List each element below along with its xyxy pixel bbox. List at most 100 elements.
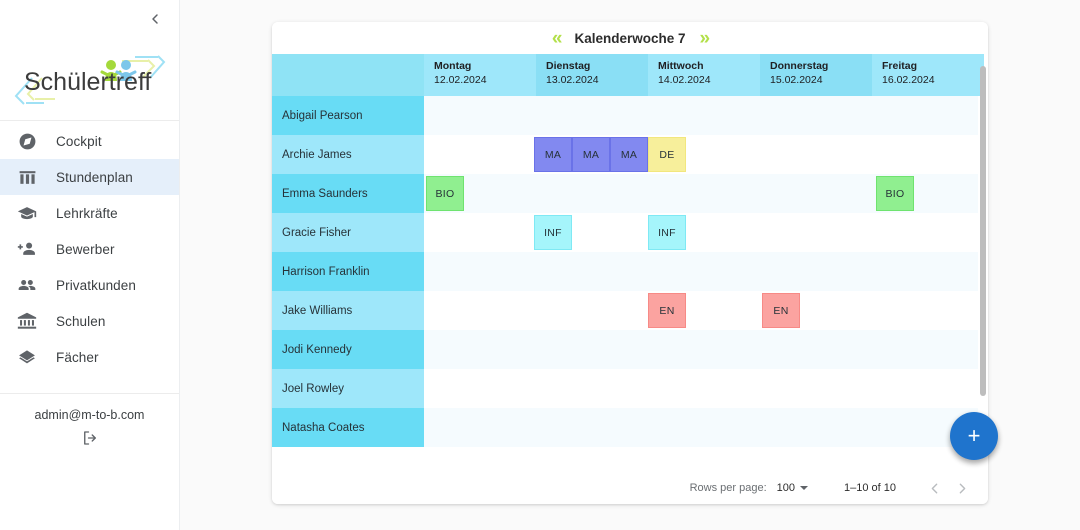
day-header-date: 14.02.2024 <box>658 74 711 86</box>
sidebar-item-label: Fächer <box>56 349 99 365</box>
timetable-body: Abigail Pearson Archie James MA MA MA DE Emma … <box>272 96 978 447</box>
day-header-date: 12.02.2024 <box>434 74 487 86</box>
day-header: Montag 12.02.2024 <box>424 54 536 96</box>
chevron-left-icon[interactable] <box>147 11 163 27</box>
student-name-cell[interactable]: Jake Williams <box>272 291 424 330</box>
week-title: Kalenderwoche 7 <box>574 30 686 46</box>
logout-icon[interactable] <box>81 429 99 452</box>
pagination-range: 1–10 of 10 <box>844 482 896 494</box>
sidebar-item-label: Cockpit <box>56 133 102 149</box>
chevron-down-icon <box>800 486 808 490</box>
sidebar-item-stundenplan[interactable]: Stundenplan <box>0 159 179 195</box>
sidebar-collapse-bar <box>0 0 179 38</box>
sidebar-item-label: Lehrkräfte <box>56 205 118 221</box>
table-row: Jake Williams EN EN <box>272 291 978 330</box>
plus-icon: + <box>967 423 981 448</box>
person-add-icon <box>16 238 38 260</box>
timetable-card: « Kalenderwoche 7 » Montag 12.02.2024 Dien… <box>272 22 988 504</box>
sidebar-item-faecher[interactable]: Fächer <box>0 339 179 375</box>
student-name-cell[interactable]: Harrison Franklin <box>272 252 424 291</box>
next-page-button[interactable] <box>950 476 974 500</box>
timetable-header-row: Montag 12.02.2024 Dienstag 13.02.2024 Mittwo… <box>272 54 984 96</box>
lesson-block[interactable]: INF <box>648 215 686 250</box>
sidebar-item-label: Privatkunden <box>56 277 136 293</box>
rows-per-page-label: Rows per page: <box>689 482 767 494</box>
sidebar-item-label: Schulen <box>56 313 106 329</box>
logo-mark: Schülertreff <box>14 55 165 105</box>
lesson-block[interactable]: BIO <box>426 176 464 211</box>
app-root: Schülertreff Cockpit Stundenplan Lehrkrä… <box>0 0 1080 530</box>
student-name-cell[interactable]: Gracie Fisher <box>272 213 424 252</box>
table-row: Harrison Franklin <box>272 252 978 291</box>
table-row: Jodi Kennedy <box>272 330 978 369</box>
layers-icon <box>16 346 38 368</box>
lesson-block[interactable]: MA <box>534 137 572 172</box>
day-header-date: 13.02.2024 <box>546 74 599 86</box>
day-header: Freitag 16.02.2024 <box>872 54 984 96</box>
day-header-dow: Dienstag <box>546 60 591 72</box>
vertical-scrollbar[interactable] <box>980 66 986 396</box>
row-lesson-area <box>424 408 978 447</box>
student-name-cell[interactable]: Natasha Coates <box>272 408 424 447</box>
student-name-cell[interactable]: Abigail Pearson <box>272 96 424 135</box>
double-chevron-right-icon[interactable]: » <box>700 29 710 48</box>
sidebar: Schülertreff Cockpit Stundenplan Lehrkrä… <box>0 0 180 530</box>
header-name-column <box>272 54 424 96</box>
rows-per-page-select[interactable]: 100 <box>777 482 808 494</box>
previous-page-button[interactable] <box>922 476 946 500</box>
day-header-dow: Montag <box>434 60 472 72</box>
lesson-block[interactable]: DE <box>648 137 686 172</box>
day-header-dow: Freitag <box>882 60 918 72</box>
sidebar-item-label: Bewerber <box>56 241 115 257</box>
timetable-grid: Montag 12.02.2024 Dienstag 13.02.2024 Mittwo… <box>272 54 984 447</box>
lesson-block[interactable]: BIO <box>876 176 914 211</box>
lesson-block[interactable]: EN <box>762 293 800 328</box>
lesson-block[interactable]: MA <box>610 137 648 172</box>
sidebar-item-label: Stundenplan <box>56 169 133 185</box>
row-lesson-area <box>424 96 978 135</box>
student-name-cell[interactable]: Jodi Kennedy <box>272 330 424 369</box>
pagination-nav <box>922 476 974 500</box>
logo-text: Schülertreff <box>24 68 151 96</box>
sidebar-item-schulen[interactable]: Schulen <box>0 303 179 339</box>
sidebar-item-cockpit[interactable]: Cockpit <box>0 123 179 159</box>
lesson-block[interactable]: EN <box>648 293 686 328</box>
table-row: Gracie Fisher INF INF <box>272 213 978 252</box>
account-email: admin@m-to-b.com <box>34 408 145 422</box>
table-row: Archie James MA MA MA DE <box>272 135 978 174</box>
double-chevron-left-icon[interactable]: « <box>552 29 562 48</box>
timetable-scroll-area[interactable]: Montag 12.02.2024 Dienstag 13.02.2024 Mittwo… <box>272 54 988 472</box>
row-lesson-area: BIO BIO <box>424 174 978 213</box>
sidebar-nav: Cockpit Stundenplan Lehrkräfte Bewerber … <box>0 121 179 375</box>
day-header-dow: Donnerstag <box>770 60 829 72</box>
bank-icon <box>17 312 37 329</box>
day-header: Donnerstag 15.02.2024 <box>760 54 872 96</box>
graduation-cap-icon <box>16 202 38 224</box>
table-columns-icon <box>16 166 38 188</box>
day-header: Dienstag 13.02.2024 <box>536 54 648 96</box>
table-row: Natasha Coates <box>272 408 978 447</box>
sidebar-item-bewerber[interactable]: Bewerber <box>0 231 179 267</box>
lesson-block[interactable]: INF <box>534 215 572 250</box>
sidebar-item-privatkunden[interactable]: Privatkunden <box>0 267 179 303</box>
day-header: Mittwoch 14.02.2024 <box>648 54 760 96</box>
lesson-block[interactable]: MA <box>572 137 610 172</box>
table-row: Emma Saunders BIO BIO <box>272 174 978 213</box>
compass-icon <box>16 130 38 152</box>
day-header-date: 15.02.2024 <box>770 74 823 86</box>
app-logo: Schülertreff <box>0 38 179 120</box>
sidebar-item-lehrkraefte[interactable]: Lehrkräfte <box>0 195 179 231</box>
student-name-cell[interactable]: Joel Rowley <box>272 369 424 408</box>
table-row: Joel Rowley <box>272 369 978 408</box>
main-content: « Kalenderwoche 7 » Montag 12.02.2024 Dien… <box>180 0 1080 530</box>
row-lesson-area: INF INF <box>424 213 978 252</box>
add-lesson-fab[interactable]: + <box>950 412 998 460</box>
student-name-cell[interactable]: Archie James <box>272 135 424 174</box>
day-header-date: 16.02.2024 <box>882 74 935 86</box>
day-header-dow: Mittwoch <box>658 60 704 72</box>
pagination-bar: Rows per page: 100 1–10 of 10 <box>272 472 988 504</box>
student-name-cell[interactable]: Emma Saunders <box>272 174 424 213</box>
week-navigation-bar: « Kalenderwoche 7 » <box>272 22 988 54</box>
row-lesson-area: EN EN <box>424 291 978 330</box>
row-lesson-area <box>424 330 978 369</box>
